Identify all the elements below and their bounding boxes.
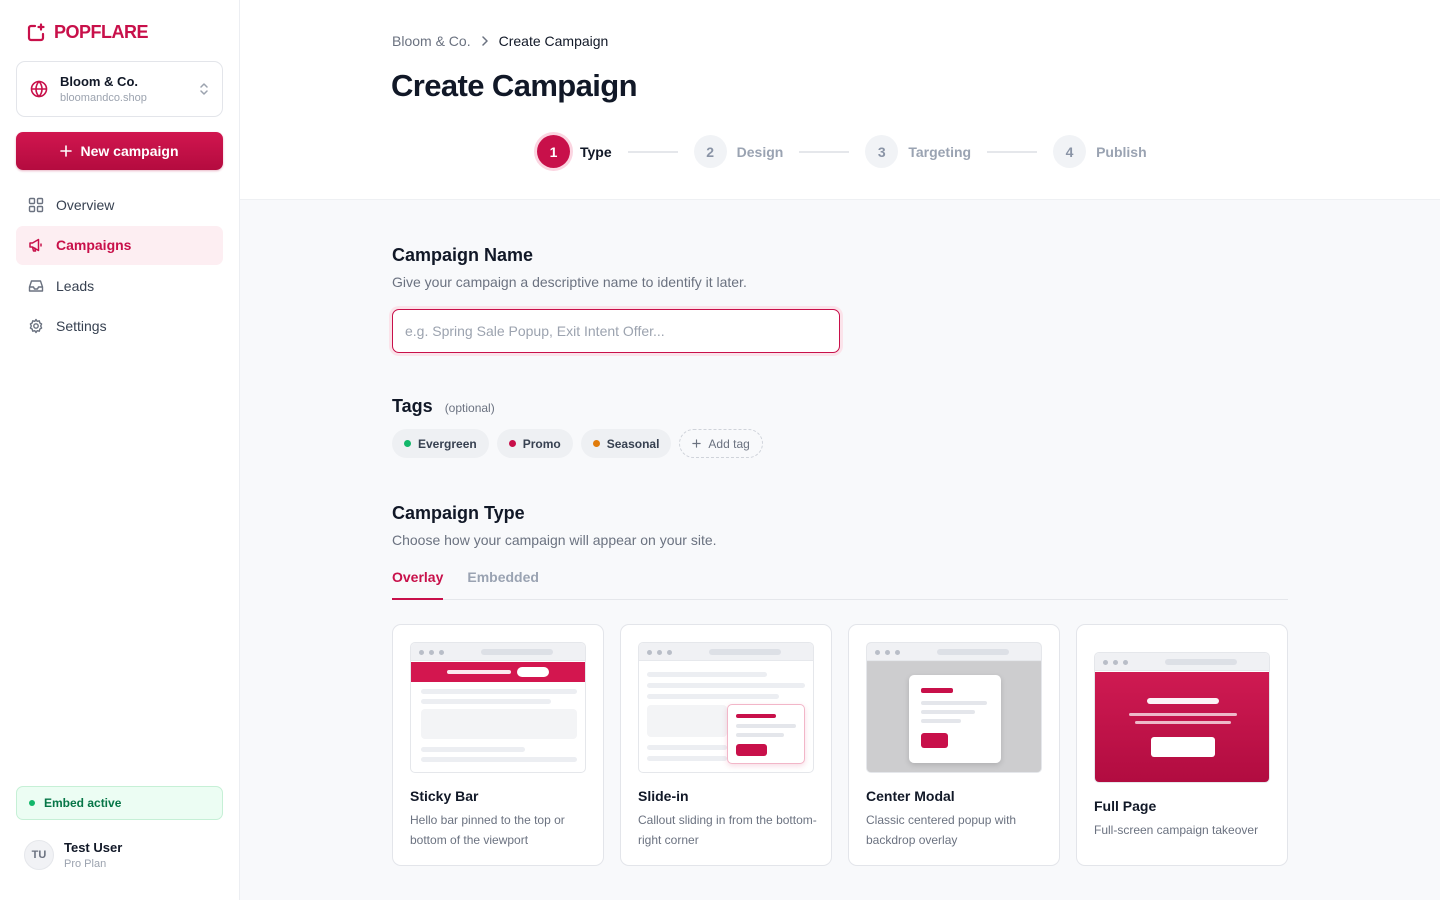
sidebar-item-settings[interactable]: Settings xyxy=(16,307,223,346)
breadcrumb: Bloom & Co. Create Campaign xyxy=(392,33,608,49)
store-name: Bloom & Co. xyxy=(60,74,138,89)
sidebar-item-leads[interactable]: Leads xyxy=(16,266,223,305)
sidebar-item-campaigns[interactable]: Campaigns xyxy=(16,225,223,265)
breadcrumb-parent-link[interactable]: Bloom & Co. xyxy=(392,33,471,49)
tab-embedded[interactable]: Embedded xyxy=(467,560,539,600)
sidebar-item-overview[interactable]: Overview xyxy=(16,185,223,224)
step-number: 3 xyxy=(865,135,899,168)
tag-label: Seasonal xyxy=(606,436,660,451)
step-connector xyxy=(987,150,1038,153)
wizard-stepper: 1 Type 2 Design 3 Targeting 4 Publish xyxy=(537,135,1147,168)
new-campaign-button[interactable]: New campaign xyxy=(16,132,223,170)
tag-evergreen[interactable]: Evergreen xyxy=(392,429,489,458)
popflare-logo-icon xyxy=(27,22,45,41)
step-label: Publish xyxy=(1096,143,1147,160)
tab-overlay[interactable]: Overlay xyxy=(392,560,444,600)
tag-color-dot xyxy=(592,440,600,447)
sidebar-item-label: Leads xyxy=(56,277,95,294)
slide-in-preview xyxy=(638,642,814,773)
card-title: Full Page xyxy=(1094,798,1157,814)
tag-label: Evergreen xyxy=(418,436,477,451)
campaign-name-input[interactable] xyxy=(392,309,840,353)
globe-icon xyxy=(30,80,48,98)
breadcrumb-current: Create Campaign xyxy=(498,33,609,49)
card-title: Sticky Bar xyxy=(410,788,479,804)
card-sticky-bar[interactable]: Sticky Bar Hello bar pinned to the top o… xyxy=(392,624,604,866)
new-campaign-label: New campaign xyxy=(80,143,179,159)
store-domain: bloomandco.shop xyxy=(60,92,147,104)
step-publish[interactable]: 4 Publish xyxy=(1053,135,1147,168)
card-description: Classic centered popup with backdrop ove… xyxy=(866,813,1017,847)
chevron-up-down-icon xyxy=(200,83,208,95)
tag-color-dot xyxy=(508,440,516,447)
user-profile[interactable]: TU Test User Pro Plan xyxy=(24,840,122,870)
megaphone-icon xyxy=(29,238,42,252)
brand-name: POPFLARE xyxy=(54,22,149,42)
tag-list: Evergreen Promo Seasonal Add tag xyxy=(392,429,763,458)
sidebar-item-label: Settings xyxy=(56,318,107,334)
campaign-type-tabs: Overlay Embedded xyxy=(392,560,1288,600)
add-tag-button[interactable]: Add tag xyxy=(679,429,763,458)
card-description: Full-screen campaign takeover xyxy=(1094,823,1259,837)
avatar: TU xyxy=(24,840,54,870)
store-switcher[interactable]: Bloom & Co. bloomandco.shop xyxy=(16,61,223,117)
embed-status-badge: Embed active xyxy=(16,786,223,820)
campaign-name-subtitle: Give your campaign a descriptive name to… xyxy=(392,274,747,290)
center-modal-preview xyxy=(866,642,1042,773)
campaign-type-title: Campaign Type xyxy=(392,503,525,523)
campaign-name-title: Campaign Name xyxy=(392,245,534,265)
app-logo[interactable]: POPFLARE xyxy=(26,22,149,43)
step-label: Design xyxy=(736,143,784,160)
card-description: Hello bar pinned to the top or bottom of… xyxy=(410,813,565,847)
status-dot xyxy=(29,800,35,806)
tags-header: Tags (optional) xyxy=(392,396,495,417)
campaign-type-subtitle: Choose how your campaign will appear on … xyxy=(392,532,717,548)
sidebar-item-label: Campaigns xyxy=(56,237,132,253)
step-number: 2 xyxy=(693,135,727,168)
user-plan: Pro Plan xyxy=(64,858,107,870)
full-page-preview xyxy=(1094,652,1270,783)
inbox-icon xyxy=(28,279,44,292)
card-slide-in[interactable]: Slide-in Callout sliding in from the bot… xyxy=(620,624,832,866)
step-label: Type xyxy=(580,143,612,160)
tag-seasonal[interactable]: Seasonal xyxy=(580,429,672,458)
gear-icon xyxy=(29,318,43,334)
plus-icon xyxy=(60,145,73,157)
step-design[interactable]: 2 Design xyxy=(693,135,784,168)
plus-icon xyxy=(692,439,702,448)
sidebar-item-label: Overview xyxy=(56,196,115,213)
sidebar: POPFLARE Bloom & Co. bloomandco.shop New… xyxy=(0,0,240,900)
tag-promo[interactable]: Promo xyxy=(496,429,573,458)
chevron-right-icon xyxy=(481,36,488,46)
user-name: Test User xyxy=(64,840,123,855)
page-title: Create Campaign xyxy=(391,68,638,103)
campaign-type-cards: Sticky Bar Hello bar pinned to the top o… xyxy=(392,624,1288,866)
tags-optional-label: (optional) xyxy=(444,401,495,415)
step-connector xyxy=(627,150,678,153)
embed-status-label: Embed active xyxy=(44,796,122,810)
tag-label: Promo xyxy=(522,436,561,451)
step-number: 4 xyxy=(1053,135,1087,168)
sidebar-nav: Overview Campaigns Leads Settings xyxy=(16,185,223,347)
step-connector xyxy=(799,150,850,153)
sticky-bar-preview xyxy=(410,642,586,773)
card-full-page[interactable]: Full Page Full-screen campaign takeover xyxy=(1076,624,1288,866)
card-title: Slide-in xyxy=(638,788,689,804)
grid-icon xyxy=(28,197,44,212)
step-label: Targeting xyxy=(908,143,972,160)
tags-title: Tags xyxy=(392,396,433,416)
card-center-modal[interactable]: Center Modal Classic centered popup with… xyxy=(848,624,1060,866)
page-header: Bloom & Co. Create Campaign Create Campa… xyxy=(240,0,1440,200)
step-number: 1 xyxy=(537,135,570,168)
card-description: Callout sliding in from the bottom-right… xyxy=(638,813,817,847)
step-type[interactable]: 1 Type xyxy=(537,135,612,168)
tag-color-dot xyxy=(404,440,411,447)
step-targeting[interactable]: 3 Targeting xyxy=(865,135,971,168)
card-title: Center Modal xyxy=(866,788,955,804)
add-tag-label: Add tag xyxy=(708,436,750,451)
